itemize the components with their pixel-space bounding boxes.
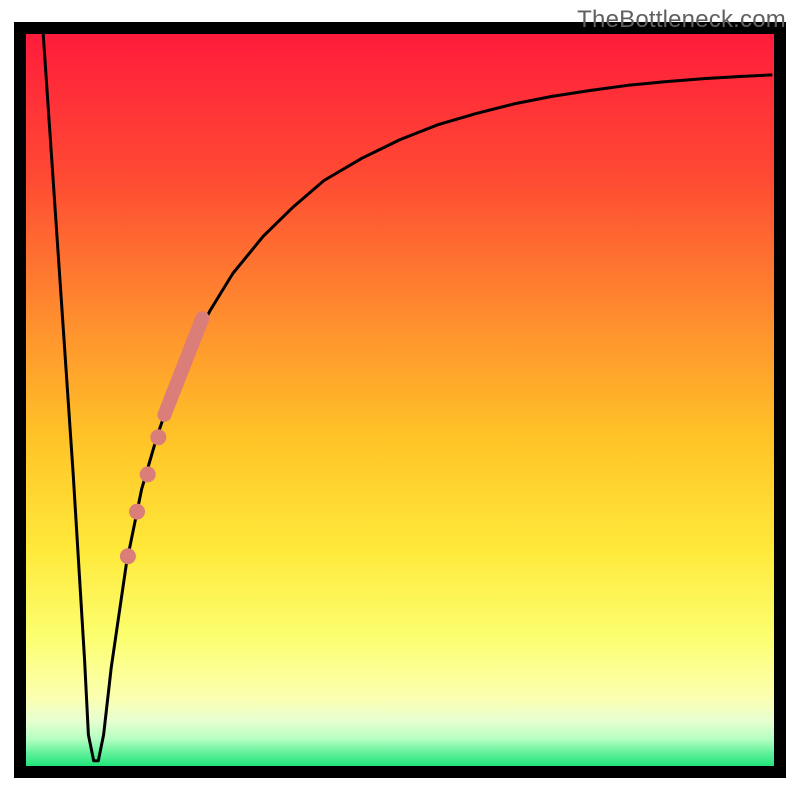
bottleneck-chart <box>0 0 800 800</box>
highlight-dot <box>129 504 145 520</box>
chart-container: TheBottleneck.com <box>0 0 800 800</box>
highlight-dot <box>120 548 136 564</box>
watermark-text: TheBottleneck.com <box>577 6 786 34</box>
highlight-dot <box>140 466 156 482</box>
highlight-dot <box>150 429 166 445</box>
